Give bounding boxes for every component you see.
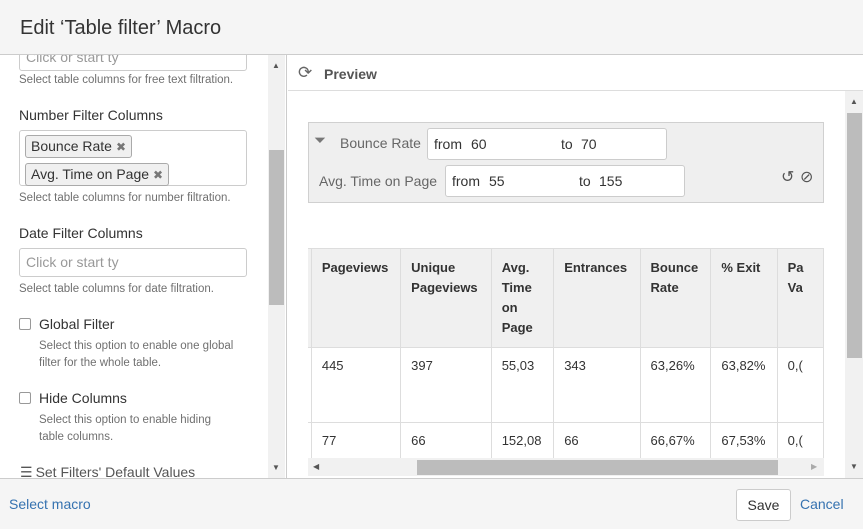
- bounce-rate-filter-label: Bounce Rate: [340, 135, 421, 151]
- help-line: Select this option to enable one global: [39, 340, 234, 352]
- preview-table-viewport: Pageviews Unique Pageviews Avg. Time on …: [308, 248, 824, 458]
- help-line: table columns.: [39, 431, 114, 443]
- default-values-toggle[interactable]: ☰ Set Filters' Default Values: [20, 464, 195, 478]
- table-cell: 55,03: [490, 347, 555, 423]
- scroll-down-icon[interactable]: ▼: [850, 462, 858, 471]
- bounce-rate-range-input[interactable]: from 60 to 70: [427, 128, 667, 160]
- tag-label: Avg. Time on Page: [31, 166, 150, 182]
- column-header[interactable]: Entrances: [553, 248, 641, 348]
- table-header-row: Pageviews Unique Pageviews Avg. Time on …: [308, 248, 824, 348]
- number-filter-help: Select table columns for number filtrati…: [19, 192, 231, 204]
- column-header[interactable]: % Exit: [710, 248, 778, 348]
- from-value[interactable]: 55: [489, 166, 505, 196]
- from-label: from: [452, 173, 480, 189]
- hide-columns-label: Hide Columns: [39, 390, 127, 406]
- table-cell: 343: [553, 347, 641, 423]
- column-header[interactable]: Bounce Rate: [639, 248, 712, 348]
- table-horizontal-scrollbar[interactable]: ◀ ▶: [308, 458, 824, 476]
- text-filter-columns-input[interactable]: Click or start ty: [19, 55, 247, 71]
- number-filter-label: Number Filter Columns: [19, 107, 163, 123]
- dialog-footer: Select macro Save Cancel: [0, 478, 863, 529]
- global-filter-help: Select this option to enable one global f…: [39, 338, 233, 372]
- to-label: to: [561, 136, 573, 152]
- menu-icon: ☰: [20, 464, 33, 478]
- table-cell: 445: [310, 347, 402, 423]
- table-cell: 152,08: [490, 422, 555, 458]
- column-header[interactable]: Pa Va: [776, 248, 824, 348]
- global-filter-label: Global Filter: [39, 316, 115, 332]
- clear-filters-icon[interactable]: ⊘: [800, 167, 813, 187]
- scroll-up-icon[interactable]: ▲: [850, 97, 858, 106]
- preview-table: Pageviews Unique Pageviews Avg. Time on …: [308, 248, 824, 458]
- preview-title: Preview: [324, 66, 377, 82]
- table-cell: 0,(: [776, 347, 824, 423]
- dialog-header: Edit ‘Table filter’ Macro: [0, 0, 863, 55]
- scroll-up-icon[interactable]: ▲: [272, 61, 280, 70]
- scroll-right-icon[interactable]: ▶: [811, 462, 817, 471]
- hide-columns-help: Select this option to enable hiding table…: [39, 412, 211, 446]
- scroll-left-icon[interactable]: ◀: [313, 462, 319, 471]
- to-label: to: [579, 173, 591, 189]
- preview-vertical-scrollbar[interactable]: ▲ ▼: [845, 91, 863, 478]
- date-filter-help: Select table columns for date filtration…: [19, 283, 214, 295]
- cancel-button[interactable]: Cancel: [800, 496, 844, 512]
- reset-icon[interactable]: ↺: [781, 167, 794, 187]
- avg-time-range-input[interactable]: from 55 to 155: [445, 165, 685, 197]
- scrollbar-thumb[interactable]: [847, 113, 862, 358]
- help-line: filter for the whole table.: [39, 357, 162, 369]
- table-cell: 63,82%: [710, 347, 778, 423]
- text-filter-help: Select table columns for free text filtr…: [19, 74, 234, 86]
- from-label: from: [434, 136, 462, 152]
- filter-panel: ⏷ Bounce Rate from 60 to 70 Avg. Time on…: [308, 122, 824, 203]
- to-value[interactable]: 155: [599, 166, 622, 196]
- column-header[interactable]: Avg. Time on Page: [490, 248, 555, 348]
- scrollbar-thumb[interactable]: [417, 460, 778, 475]
- table-row: 77 66 152,08 66 66,67% 67,53% 0,(: [308, 422, 824, 458]
- remove-tag-icon[interactable]: ✖: [116, 140, 126, 154]
- date-filter-label: Date Filter Columns: [19, 225, 143, 241]
- default-values-label: Set Filters' Default Values: [35, 464, 196, 478]
- filter-icon: ⏷: [314, 132, 327, 149]
- table-cell: 67,53%: [710, 422, 778, 458]
- left-vertical-scrollbar[interactable]: ▲ ▼: [268, 55, 285, 478]
- table-cell: 66: [400, 422, 492, 458]
- scrollbar-thumb[interactable]: [269, 150, 284, 305]
- tag-label: Bounce Rate: [31, 138, 112, 154]
- remove-tag-icon[interactable]: ✖: [153, 168, 163, 182]
- scroll-down-icon[interactable]: ▼: [272, 463, 280, 472]
- hide-columns-checkbox[interactable]: [19, 392, 31, 404]
- refresh-icon[interactable]: ⟳: [298, 63, 312, 83]
- date-filter-columns-input[interactable]: Click or start ty: [19, 248, 247, 277]
- macro-settings-panel: Click or start ty Select table columns f…: [0, 55, 287, 478]
- table-cell: 66: [553, 422, 641, 458]
- to-value[interactable]: 70: [581, 129, 597, 159]
- column-header[interactable]: Pageviews: [310, 248, 402, 348]
- tag-bounce-rate: Bounce Rate ✖: [25, 135, 133, 158]
- from-value[interactable]: 60: [471, 129, 487, 159]
- table-row: 445 397 55,03 343 63,26% 63,82% 0,(: [308, 347, 824, 423]
- table-cell: 66,67%: [639, 422, 712, 458]
- table-cell: 63,26%: [639, 347, 712, 423]
- preview-header: ⟳ Preview: [288, 56, 863, 91]
- dialog-title: Edit ‘Table filter’ Macro: [20, 17, 222, 39]
- column-header[interactable]: Unique Pageviews: [400, 248, 492, 348]
- save-button[interactable]: Save: [736, 489, 791, 521]
- table-cell: 77: [310, 422, 402, 458]
- table-cell: 397: [400, 347, 492, 423]
- table-cell: 0,(: [776, 422, 824, 458]
- number-filter-columns-input[interactable]: Bounce Rate ✖ Avg. Time on Page ✖: [19, 130, 247, 186]
- select-macro-link[interactable]: Select macro: [9, 496, 91, 512]
- help-line: Select this option to enable hiding: [39, 414, 211, 426]
- tag-avg-time-on-page: Avg. Time on Page ✖: [25, 163, 170, 186]
- avg-time-filter-label: Avg. Time on Page: [319, 173, 438, 189]
- global-filter-checkbox[interactable]: [19, 318, 31, 330]
